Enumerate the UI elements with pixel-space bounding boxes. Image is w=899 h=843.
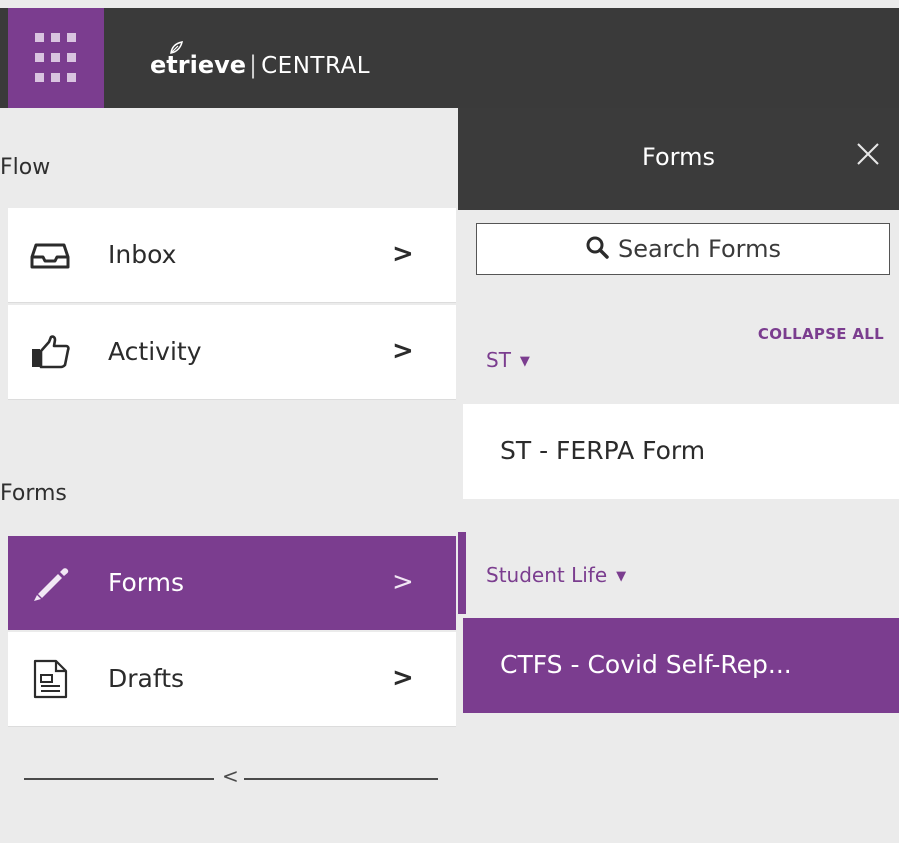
document-icon — [30, 659, 70, 699]
brand-product: CENTRAL — [261, 53, 371, 79]
chevron-right-icon: > — [392, 239, 414, 269]
section-heading-flow: Flow — [0, 155, 51, 180]
form-list-item[interactable]: ST - FERPA Form — [463, 404, 899, 499]
sidebar-item-drafts[interactable]: Drafts > — [8, 632, 456, 727]
divider — [244, 778, 438, 780]
brand-logo: etrieve | CENTRAL — [150, 41, 371, 81]
caret-down-icon: ▼ — [616, 569, 627, 584]
sidebar-item-label: Inbox — [108, 240, 177, 269]
group-header-st[interactable]: ST ▼ — [486, 348, 530, 372]
search-placeholder: Search Forms — [617, 235, 782, 263]
form-name: ST - FERPA Form — [500, 436, 706, 465]
sidebar-item-forms[interactable]: Forms > — [8, 536, 456, 630]
form-name: CTFS - Covid Self-Rep... — [500, 650, 792, 679]
panel-title: Forms — [642, 143, 715, 171]
forms-panel: Forms Search Forms COLLAPSE ALL ST ▼ ST -… — [458, 108, 899, 843]
search-forms-input[interactable]: Search Forms — [476, 223, 890, 275]
search-icon — [585, 235, 609, 263]
collapse-sidebar-toggle[interactable]: < — [24, 763, 438, 793]
collapse-all-button[interactable]: COLLAPSE ALL — [758, 325, 884, 343]
sidebar-item-label: Activity — [108, 337, 202, 366]
pointing-hand-icon — [30, 332, 70, 372]
inbox-tray-icon — [30, 235, 70, 275]
sidebar: Flow Inbox > Activity > Forms Forms > Dr… — [0, 108, 458, 843]
brand-name: etrieve — [150, 51, 247, 79]
section-heading-forms: Forms — [0, 481, 67, 506]
divider — [24, 778, 214, 780]
group-accent-bar — [458, 532, 466, 614]
caret-down-icon: ▼ — [519, 354, 530, 369]
brand-separator: | — [249, 51, 258, 79]
sidebar-item-label: Forms — [108, 568, 185, 597]
chevron-left-icon: < — [222, 764, 239, 788]
top-bar: etrieve | CENTRAL — [0, 8, 899, 108]
chevron-right-icon: > — [392, 663, 414, 693]
chevron-right-icon: > — [392, 336, 414, 366]
group-header-student-life[interactable]: Student Life ▼ — [486, 563, 626, 587]
sidebar-item-activity[interactable]: Activity > — [8, 305, 456, 400]
close-icon[interactable] — [848, 134, 888, 174]
leaf-mark-icon — [169, 36, 183, 66]
panel-header: Forms — [458, 108, 899, 210]
pencil-icon — [30, 563, 70, 603]
sidebar-item-label: Drafts — [108, 664, 185, 693]
group-name: ST — [486, 348, 511, 372]
group-name: Student Life — [486, 563, 608, 587]
sidebar-item-inbox[interactable]: Inbox > — [8, 208, 456, 303]
app-launcher-button[interactable] — [8, 8, 104, 108]
form-list-item-selected[interactable]: CTFS - Covid Self-Rep... — [463, 618, 899, 713]
chevron-right-icon: > — [392, 567, 414, 597]
